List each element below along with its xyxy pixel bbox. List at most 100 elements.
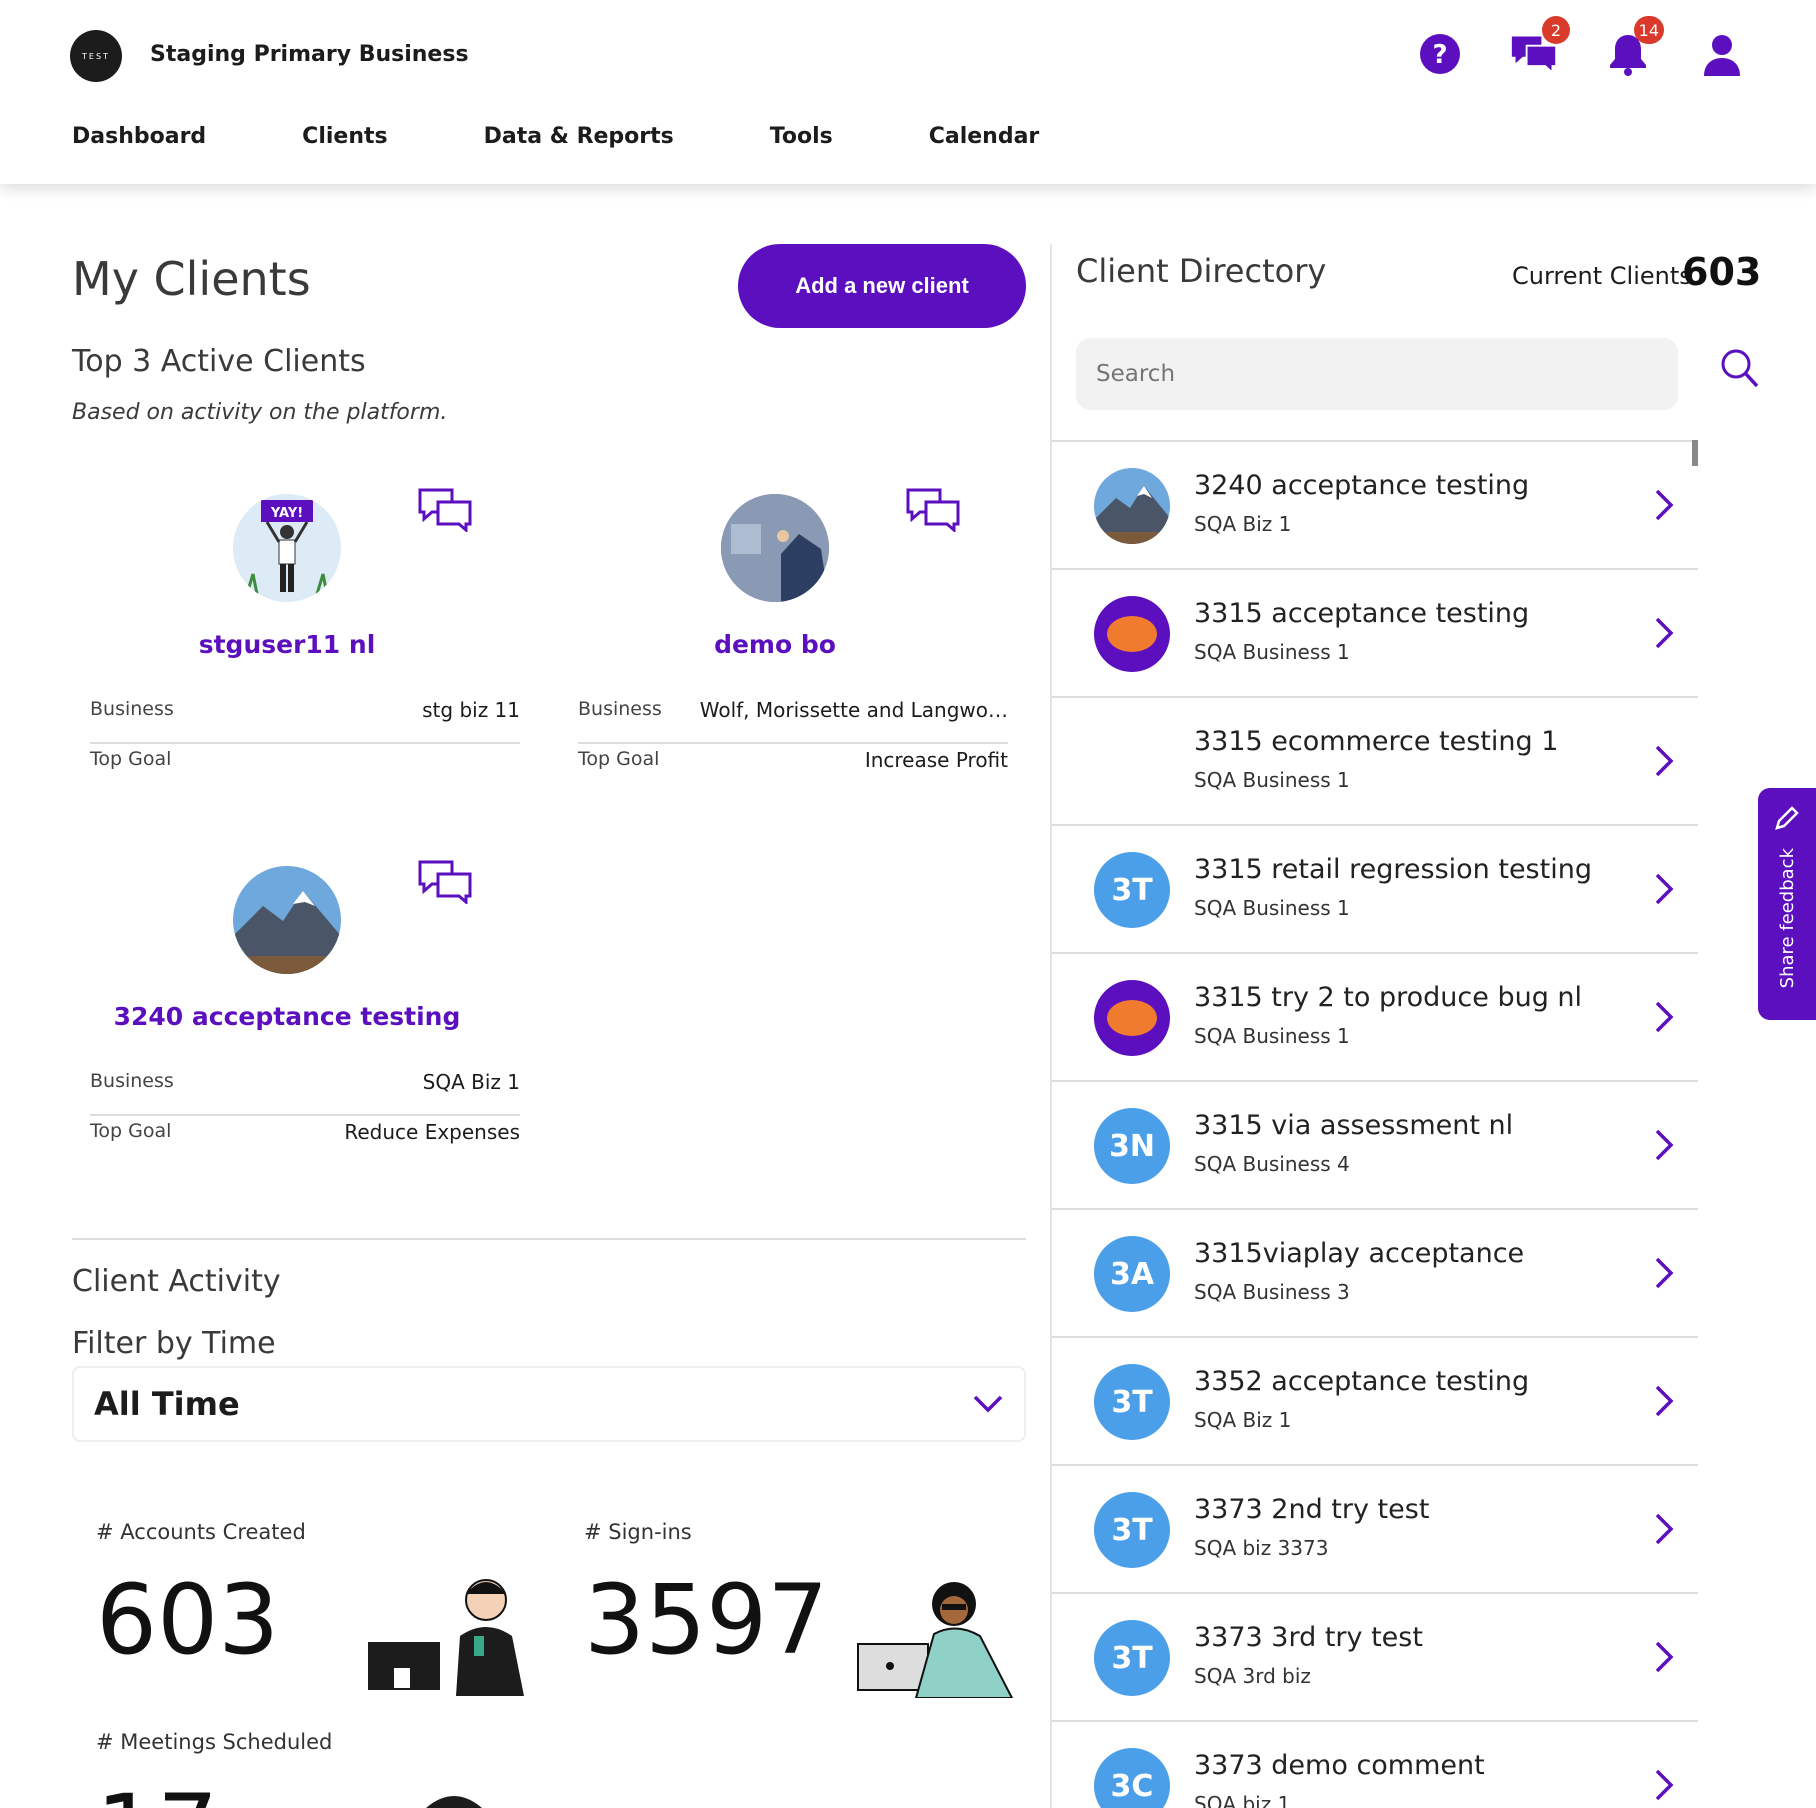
- add-client-button[interactable]: Add a new client: [738, 244, 1026, 328]
- top-clients-subtitle: Based on activity on the platform.: [72, 400, 448, 425]
- client-avatar: 3N: [1094, 1108, 1170, 1184]
- business-value: Wolf, Morissette and Langwo…: [699, 698, 1008, 722]
- business-value: stg biz 11: [422, 698, 520, 722]
- client-name: 3315 acceptance testing: [1194, 598, 1530, 629]
- top-bar: TEST Staging Primary Business ? 2 14 Das…: [0, 0, 1816, 184]
- client-name[interactable]: stguser11 nl: [72, 630, 502, 659]
- goal-value: Reduce Expenses: [344, 1120, 520, 1144]
- client-avatar: [1094, 724, 1170, 800]
- messages-button[interactable]: 2: [1510, 16, 1570, 80]
- directory-item[interactable]: 3N 3315 via assessment nl SQA Business 4: [1052, 1082, 1698, 1210]
- celebration-sign-text: YAY!: [270, 506, 303, 521]
- directory-item[interactable]: 3T 3315 retail regression testing SQA Busi…: [1052, 826, 1698, 954]
- support-agent-illustration: [368, 1579, 524, 1696]
- directory-item[interactable]: 3315 acceptance testing SQA Business 1: [1052, 570, 1698, 698]
- directory-item[interactable]: 3315 ecommerce testing 1 SQA Business 1: [1052, 698, 1698, 826]
- business-row: Business Wolf, Morissette and Langwo…: [578, 698, 1008, 744]
- directory-item[interactable]: 3T 3373 3rd try test SQA 3rd biz: [1052, 1594, 1698, 1722]
- stat-value: 17: [96, 1774, 332, 1808]
- client-avatar: 3C: [1094, 1748, 1170, 1808]
- client-directory-title: Client Directory: [1076, 252, 1327, 290]
- client-name: 3373 demo comment: [1194, 1750, 1485, 1781]
- directory-item[interactable]: 3T 3352 acceptance testing SQA Biz 1: [1052, 1338, 1698, 1466]
- time-filter-value: All Time: [94, 1385, 240, 1423]
- client-business: SQA Biz 1: [1194, 512, 1292, 536]
- business-photo-illustration: [721, 494, 829, 602]
- filter-label: Filter by Time: [72, 1326, 276, 1361]
- client-name: 3315 try 2 to produce bug nl: [1194, 982, 1583, 1013]
- client-business: SQA Business 3: [1194, 1280, 1350, 1304]
- chevron-right-icon: [1654, 616, 1674, 654]
- business-logo[interactable]: TEST: [70, 30, 122, 82]
- stat-label: # Meetings Scheduled: [96, 1730, 333, 1754]
- goal-value: Increase Profit: [864, 748, 1008, 772]
- meeting-illustration: [426, 1796, 482, 1808]
- section-divider: [72, 1238, 1026, 1240]
- laptop-user-illustration: [857, 1582, 1014, 1698]
- client-avatar: 3T: [1094, 1364, 1170, 1440]
- help-button[interactable]: ?: [1416, 28, 1464, 80]
- search-icon: [1721, 349, 1759, 388]
- client-avatar: 3A: [1094, 1236, 1170, 1312]
- stat-value: 603: [96, 1564, 280, 1676]
- client-name[interactable]: demo bo: [560, 630, 990, 659]
- directory-item[interactable]: 3A 3315viaplay acceptance SQA Business 3: [1052, 1210, 1698, 1338]
- pencil-icon: [1775, 806, 1799, 830]
- business-name[interactable]: Staging Primary Business: [150, 42, 469, 67]
- nav-data-reports[interactable]: Data & Reports: [484, 124, 674, 149]
- help-icon: ?: [1420, 34, 1460, 74]
- client-business: SQA Business 1: [1194, 768, 1350, 792]
- nav-calendar[interactable]: Calendar: [929, 124, 1040, 149]
- search-button[interactable]: [1720, 348, 1760, 394]
- goal-label: Top Goal: [90, 1120, 172, 1142]
- client-business: SQA 3rd biz: [1194, 1664, 1311, 1688]
- profile-button[interactable]: [1698, 28, 1746, 80]
- goal-label: Top Goal: [90, 748, 172, 770]
- time-filter-select[interactable]: All Time: [72, 1366, 1026, 1442]
- client-avatar[interactable]: [721, 494, 829, 602]
- client-name: 3373 2nd try test: [1194, 1494, 1430, 1525]
- list-scrollbar[interactable]: [1692, 440, 1698, 466]
- client-avatar[interactable]: [233, 866, 341, 974]
- chevron-right-icon: [1654, 1000, 1674, 1038]
- client-business: SQA Business 4: [1194, 1152, 1350, 1176]
- directory-item[interactable]: 3T 3373 2nd try test SQA biz 3373: [1052, 1466, 1698, 1594]
- chevron-down-icon: [973, 1395, 1003, 1413]
- search-input[interactable]: [1076, 338, 1678, 410]
- client-name: 3240 acceptance testing: [1194, 470, 1530, 501]
- current-clients-label: Current Clients: [1512, 262, 1692, 290]
- header-icons: ? 2 14: [1416, 16, 1746, 80]
- directory-item[interactable]: 3C 3373 demo comment SQA biz 1: [1052, 1722, 1698, 1808]
- client-avatar: 3T: [1094, 1620, 1170, 1696]
- mountain-photo: [233, 866, 341, 974]
- stat-label: # Accounts Created: [96, 1520, 306, 1544]
- client-avatar[interactable]: YAY!: [233, 494, 341, 602]
- share-feedback-tab[interactable]: Share feedback: [1758, 788, 1816, 1020]
- stat-label: # Sign-ins: [584, 1520, 692, 1544]
- notifications-button[interactable]: 14: [1604, 16, 1664, 80]
- messages-badge: 2: [1542, 16, 1570, 44]
- nav-tools[interactable]: Tools: [770, 124, 833, 149]
- client-business: SQA biz 3373: [1194, 1536, 1329, 1560]
- chevron-right-icon: [1654, 488, 1674, 526]
- client-name: 3315 ecommerce testing 1: [1194, 726, 1559, 757]
- directory-item[interactable]: 3240 acceptance testing SQA Biz 1: [1052, 442, 1698, 570]
- client-business: SQA Biz 1: [1194, 1408, 1292, 1432]
- chat-icon[interactable]: [418, 860, 472, 908]
- celebration-illustration: YAY!: [245, 500, 329, 595]
- nav-clients[interactable]: Clients: [302, 124, 387, 149]
- chat-icon[interactable]: [906, 488, 960, 536]
- chat-icon[interactable]: [418, 488, 472, 536]
- directory-item[interactable]: 3315 try 2 to produce bug nl SQA Business…: [1052, 954, 1698, 1082]
- meetings-scheduled-stat: # Meetings Scheduled 17: [96, 1730, 332, 1808]
- goal-row: Top Goal Increase Profit: [578, 748, 1008, 772]
- client-name[interactable]: 3240 acceptance testing: [72, 1002, 502, 1031]
- main-nav: Dashboard Clients Data & Reports Tools C…: [72, 124, 1039, 149]
- top-clients-heading: Top 3 Active Clients: [72, 344, 366, 379]
- client-business: SQA Business 1: [1194, 1024, 1350, 1048]
- client-name: 3373 3rd try test: [1194, 1622, 1423, 1653]
- nav-dashboard[interactable]: Dashboard: [72, 124, 206, 149]
- client-activity-heading: Client Activity: [72, 1264, 281, 1299]
- avatar-shape-icon: [1107, 1000, 1157, 1036]
- client-avatar: [1094, 980, 1170, 1056]
